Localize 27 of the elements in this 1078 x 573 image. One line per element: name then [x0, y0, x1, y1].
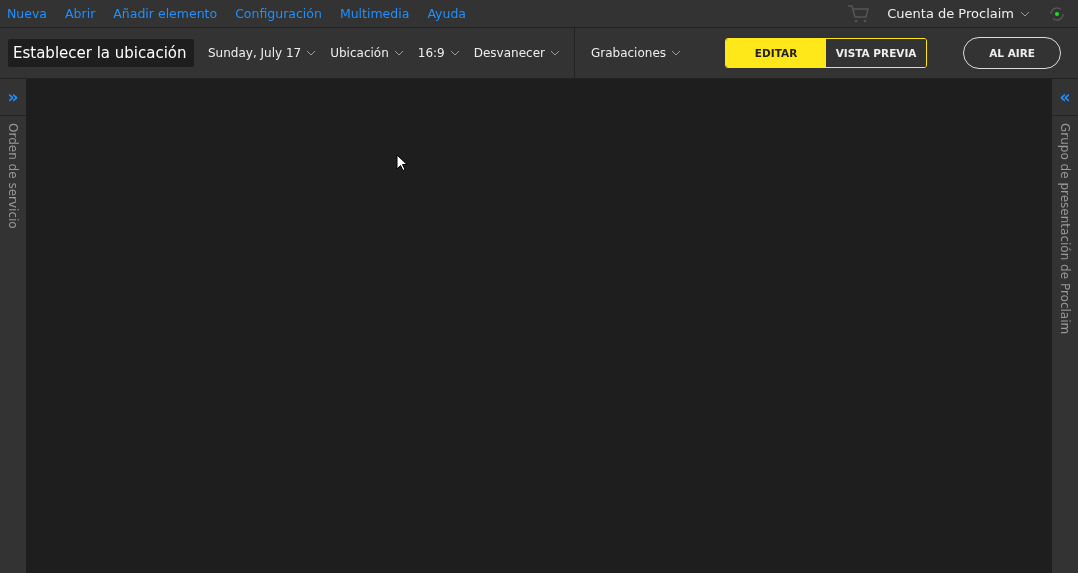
- dropdown[interactable]: Desvanecer: [473, 46, 560, 60]
- menu-item[interactable]: Multimedia: [339, 6, 410, 21]
- mode-tab[interactable]: EDITAR: [726, 39, 827, 67]
- expand-panel-button[interactable]: »: [0, 79, 26, 116]
- caret-icon: [549, 50, 560, 56]
- on-air-button[interactable]: AL AIRE: [963, 37, 1062, 69]
- caret-icon: [306, 50, 317, 56]
- dropdown[interactable]: Sunday, July 17: [208, 46, 317, 60]
- caret-icon: [449, 50, 460, 56]
- menu-item[interactable]: Configuración: [235, 6, 322, 21]
- dropdown[interactable]: 16:9: [417, 46, 460, 60]
- recordings-dropdown[interactable]: Grabaciones: [590, 46, 682, 60]
- panel-title: Grupo de presentación de Proclaim: [1058, 123, 1072, 335]
- caret-icon: [1020, 10, 1030, 17]
- pointer-icon: [396, 154, 408, 172]
- location-field[interactable]: Establecer la ubicación: [8, 39, 194, 67]
- sync-status-icon[interactable]: [1048, 4, 1066, 23]
- expand-panel-button[interactable]: «: [1052, 79, 1078, 116]
- menu-item[interactable]: Ayuda: [427, 6, 466, 21]
- dropdown[interactable]: Ubicación: [330, 46, 404, 60]
- panel-title: Orden de servicio: [6, 123, 20, 229]
- menu-item[interactable]: Nueva: [7, 6, 48, 21]
- caret-icon: [393, 50, 404, 56]
- menu-item[interactable]: Añadir elemento: [113, 6, 218, 21]
- caret-icon: [671, 50, 682, 56]
- menu-item[interactable]: Abrir: [65, 6, 96, 21]
- account-menu[interactable]: Cuenta de Proclaim: [887, 6, 1030, 21]
